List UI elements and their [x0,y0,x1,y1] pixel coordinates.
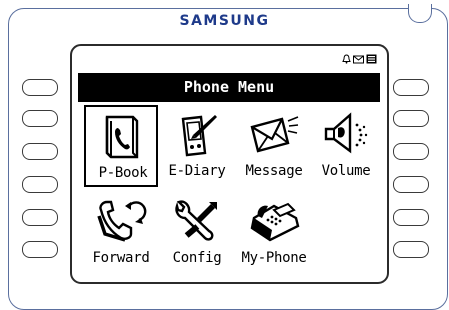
menu-item-config[interactable]: Config [160,192,234,274]
menu-label-config: Config [172,250,222,266]
menu-label-myphone: My-Phone [241,250,307,266]
menu-item-forward[interactable]: Forward [84,192,158,274]
speaker-icon [320,109,372,159]
left-softkey-1[interactable] [22,79,58,96]
left-softkey-4[interactable] [22,176,58,193]
menu-item-pbook[interactable]: P-Book [84,105,158,187]
left-softkey-5[interactable] [22,209,58,226]
lcd-screen: Phone Menu P-Book E-Diary Message Volume… [70,44,389,284]
menu-label-forward: Forward [92,250,150,266]
menu-item-myphone[interactable]: My-Phone [237,192,311,274]
envelope-icon [353,49,364,68]
brand-logo: SAMSUNG [179,13,270,29]
left-softkey-3[interactable] [22,143,58,160]
wrench-config-icon [171,196,223,246]
status-bar [342,49,377,68]
desk-phone-icon [248,196,300,246]
bell-icon [342,49,351,68]
phonebook-icon [366,49,377,68]
right-softkey-6[interactable] [393,241,429,258]
pda-diary-icon [171,109,223,159]
right-softkey-3[interactable] [393,143,429,160]
screen-title: Phone Menu [78,73,380,102]
left-softkey-2[interactable] [22,110,58,127]
right-softkey-1[interactable] [393,79,429,96]
menu-label-volume: Volume [321,163,371,179]
right-softkey-4[interactable] [393,176,429,193]
phonebook-icon [97,111,149,161]
envelope-icon [248,109,300,159]
menu-item-message[interactable]: Message [237,105,311,187]
call-forward-icon [95,196,147,246]
right-softkey-2[interactable] [393,110,429,127]
menu-item-volume[interactable]: Volume [309,105,383,187]
menu-label-ediary: E-Diary [168,163,226,179]
menu-item-ediary[interactable]: E-Diary [160,105,234,187]
right-softkey-5[interactable] [393,209,429,226]
left-softkey-6[interactable] [22,241,58,258]
